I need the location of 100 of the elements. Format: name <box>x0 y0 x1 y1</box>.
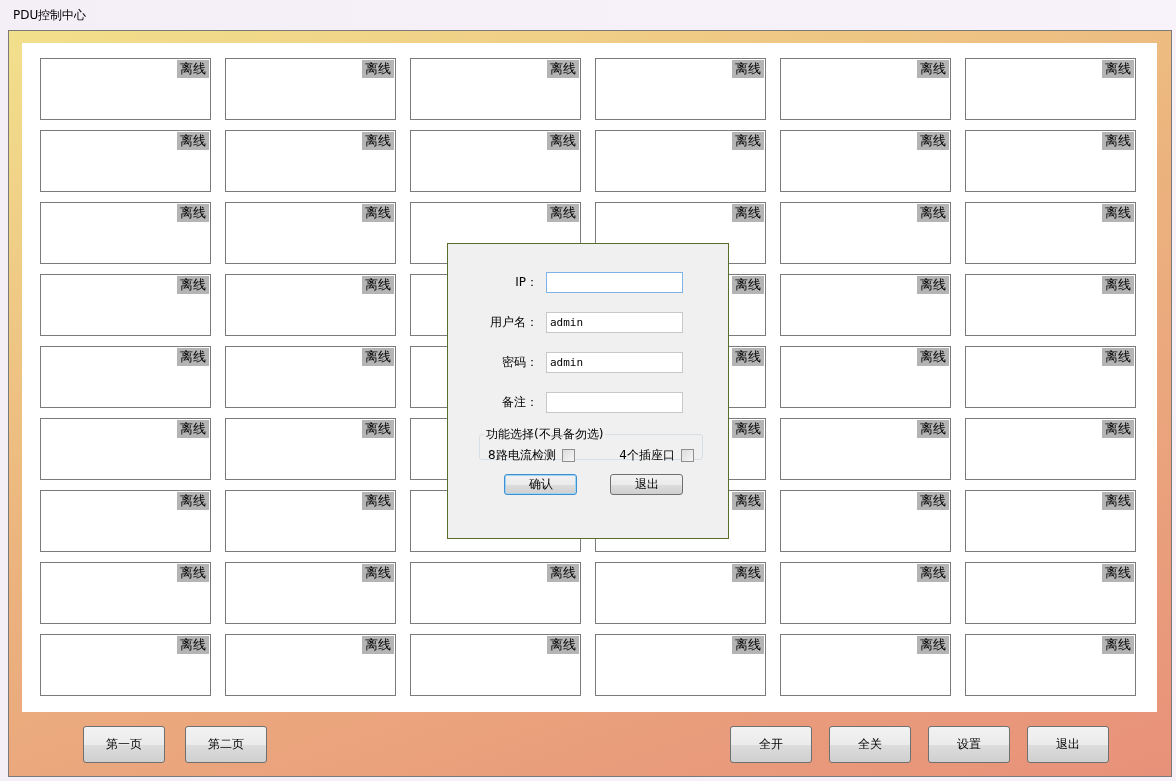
device-tile[interactable]: 离线 <box>965 418 1136 480</box>
device-tile[interactable]: 离线 <box>225 346 396 408</box>
field-label: 用户名： <box>489 314 538 331</box>
status-label: 离线 <box>1102 132 1134 150</box>
status-label: 离线 <box>1102 348 1134 366</box>
device-tile[interactable]: 离线 <box>225 130 396 192</box>
status-label: 离线 <box>177 420 209 438</box>
action-button[interactable]: 全关 <box>829 725 911 763</box>
device-tile[interactable]: 离线 <box>965 58 1136 120</box>
device-tile[interactable]: 离线 <box>780 346 951 408</box>
device-tile[interactable]: 离线 <box>965 202 1136 264</box>
status-label: 离线 <box>732 204 764 222</box>
status-label: 离线 <box>177 276 209 294</box>
status-label: 离线 <box>362 636 394 654</box>
device-tile[interactable]: 离线 <box>40 274 211 336</box>
device-tile[interactable]: 离线 <box>965 634 1136 696</box>
status-label: 离线 <box>362 564 394 582</box>
device-tile[interactable]: 离线 <box>965 274 1136 336</box>
input-field[interactable]: admin <box>546 352 683 373</box>
action-button[interactable]: 退出 <box>1027 725 1109 763</box>
device-tile[interactable]: 离线 <box>40 346 211 408</box>
device-tile[interactable]: 离线 <box>780 634 951 696</box>
status-label: 离线 <box>917 60 949 78</box>
device-tile[interactable]: 离线 <box>595 562 766 624</box>
device-tile[interactable]: 离线 <box>595 58 766 120</box>
status-label: 离线 <box>177 492 209 510</box>
status-label: 离线 <box>917 564 949 582</box>
option-label: 8路电流检测 <box>488 447 556 464</box>
device-tile[interactable]: 离线 <box>225 490 396 552</box>
device-tile[interactable]: 离线 <box>40 58 211 120</box>
device-tile[interactable]: 离线 <box>965 346 1136 408</box>
input-field[interactable] <box>546 392 683 413</box>
field-label: 密码： <box>501 354 538 371</box>
device-tile[interactable]: 离线 <box>410 562 581 624</box>
device-tile[interactable]: 离线 <box>40 634 211 696</box>
device-tile[interactable]: 离线 <box>40 418 211 480</box>
status-label: 离线 <box>917 132 949 150</box>
device-tile[interactable]: 离线 <box>410 58 581 120</box>
group-title: 功能选择(不具备勿选) <box>485 426 605 443</box>
page-button[interactable]: 第二页 <box>185 725 267 763</box>
device-tile[interactable]: 离线 <box>225 274 396 336</box>
device-tile[interactable]: 离线 <box>965 562 1136 624</box>
status-label: 离线 <box>732 420 764 438</box>
action-button[interactable]: 设置 <box>928 725 1010 763</box>
device-tile[interactable]: 离线 <box>780 418 951 480</box>
status-label: 离线 <box>177 132 209 150</box>
status-label: 离线 <box>732 492 764 510</box>
checkbox[interactable] <box>561 449 575 462</box>
device-tile[interactable]: 离线 <box>410 130 581 192</box>
status-label: 离线 <box>1102 636 1134 654</box>
device-tile[interactable]: 离线 <box>225 58 396 120</box>
device-tile[interactable]: 离线 <box>225 202 396 264</box>
device-tile[interactable]: 离线 <box>965 130 1136 192</box>
status-label: 离线 <box>917 348 949 366</box>
status-label: 离线 <box>1102 276 1134 294</box>
status-label: 离线 <box>1102 60 1134 78</box>
device-tile[interactable]: 离线 <box>780 490 951 552</box>
status-label: 离线 <box>732 348 764 366</box>
device-tile[interactable]: 离线 <box>965 490 1136 552</box>
status-label: 离线 <box>362 348 394 366</box>
status-label: 离线 <box>732 132 764 150</box>
status-label: 离线 <box>177 204 209 222</box>
device-tile[interactable]: 离线 <box>595 130 766 192</box>
status-label: 离线 <box>547 60 579 78</box>
device-tile[interactable]: 离线 <box>410 634 581 696</box>
device-tile[interactable]: 离线 <box>225 634 396 696</box>
device-tile[interactable]: 离线 <box>40 202 211 264</box>
dialog-button[interactable]: 退出 <box>610 474 683 495</box>
status-label: 离线 <box>362 492 394 510</box>
input-field[interactable] <box>546 272 683 293</box>
device-tile[interactable]: 离线 <box>40 130 211 192</box>
status-label: 离线 <box>177 348 209 366</box>
device-tile[interactable]: 离线 <box>780 58 951 120</box>
device-tile[interactable]: 离线 <box>40 562 211 624</box>
status-label: 离线 <box>917 492 949 510</box>
dialog-button[interactable]: 确认 <box>504 474 577 495</box>
status-label: 离线 <box>547 132 579 150</box>
checkbox[interactable] <box>681 449 694 462</box>
status-label: 离线 <box>1102 420 1134 438</box>
device-tile[interactable]: 离线 <box>780 202 951 264</box>
status-label: 离线 <box>917 276 949 294</box>
status-label: 离线 <box>1102 204 1134 222</box>
device-tile[interactable]: 离线 <box>595 634 766 696</box>
device-tile[interactable]: 离线 <box>225 562 396 624</box>
input-field[interactable]: admin <box>546 312 683 333</box>
device-tile[interactable]: 离线 <box>225 418 396 480</box>
device-tile[interactable]: 离线 <box>780 274 951 336</box>
page-button[interactable]: 第一页 <box>83 725 165 763</box>
option-label: 4个插座口 <box>619 447 675 464</box>
device-tile[interactable]: 离线 <box>780 130 951 192</box>
device-tile[interactable]: 离线 <box>780 562 951 624</box>
status-label: 离线 <box>1102 492 1134 510</box>
status-label: 离线 <box>177 564 209 582</box>
status-label: 离线 <box>732 60 764 78</box>
status-label: 离线 <box>362 276 394 294</box>
window-title: PDU控制中心 <box>13 6 87 24</box>
action-button[interactable]: 全开 <box>730 725 812 763</box>
status-label: 离线 <box>362 420 394 438</box>
device-tile[interactable]: 离线 <box>40 490 211 552</box>
status-label: 离线 <box>362 60 394 78</box>
